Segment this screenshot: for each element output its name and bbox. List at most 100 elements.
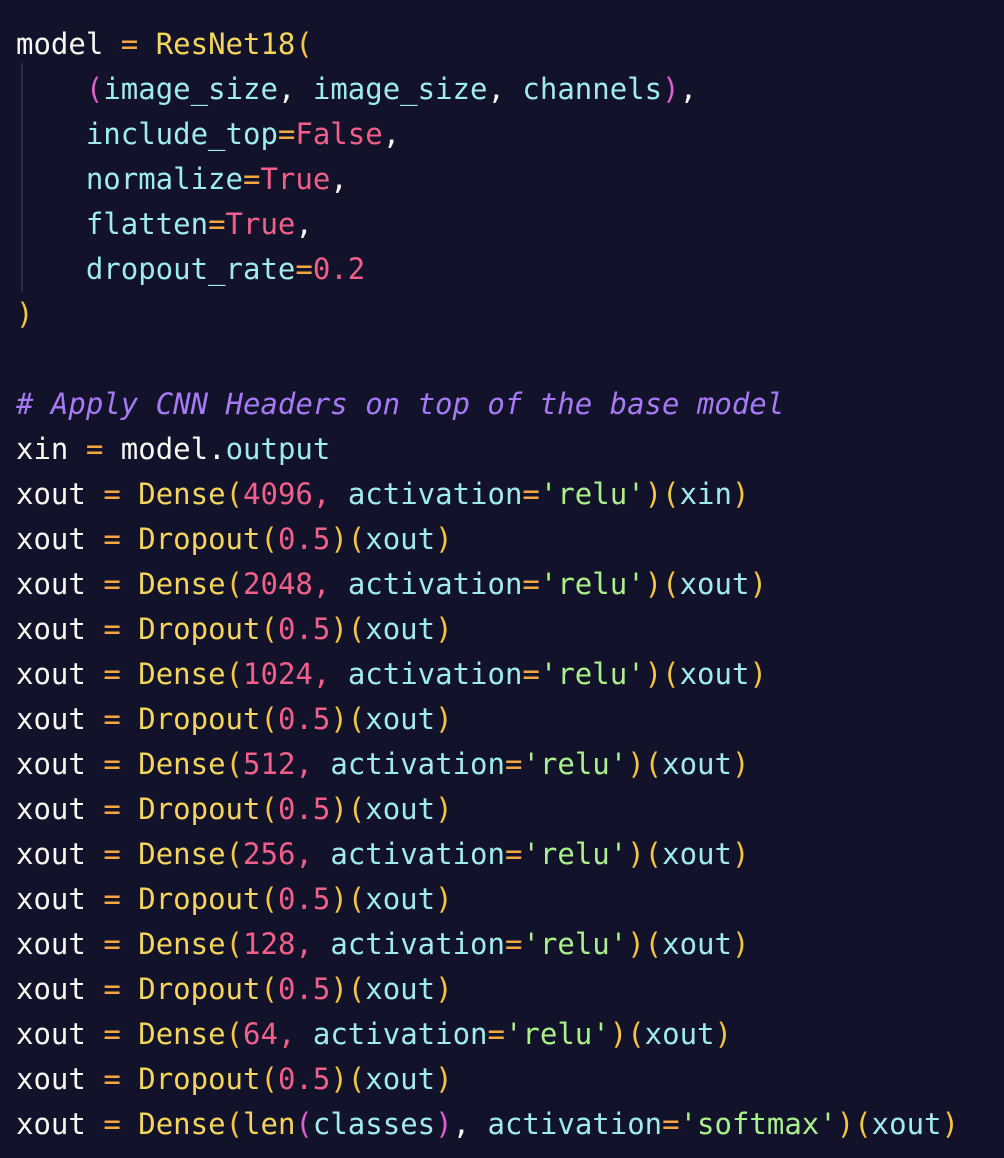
code-token: activation: [330, 747, 505, 781]
code-token: ResNet18: [155, 27, 296, 61]
code-line[interactable]: include_top=False,: [0, 112, 1004, 157]
code-line[interactable]: normalize=True,: [0, 157, 1004, 202]
code-token: =: [103, 837, 121, 871]
code-token: xin: [16, 432, 69, 466]
code-line[interactable]: xout = Dropout(0.5)(xout): [0, 967, 1004, 1012]
code-token: (: [260, 972, 278, 1006]
code-token: ,: [452, 1107, 471, 1141]
code-token: =: [242, 162, 261, 196]
code-token: 64: [243, 1017, 278, 1051]
code-token: ,: [312, 657, 331, 691]
code-token: 0.5: [277, 882, 331, 916]
code-token: =: [85, 432, 104, 466]
code-token: =: [522, 477, 540, 511]
code-token: (: [260, 522, 278, 556]
code-line[interactable]: xout = Dropout(0.5)(xout): [0, 1057, 1004, 1102]
code-line[interactable]: model = ResNet18(: [0, 22, 1004, 67]
code-line[interactable]: xout = Dense(256, activation='relu')(xou…: [0, 832, 1004, 877]
code-token: xout: [365, 792, 436, 826]
code-token: =: [295, 252, 313, 286]
code-token: xout: [16, 522, 86, 556]
code-line[interactable]: (image_size, image_size, channels),: [0, 67, 1004, 112]
code-token: dropout_rate: [85, 252, 296, 286]
code-token: =: [103, 1062, 121, 1096]
code-token: (: [260, 1062, 278, 1096]
code-line[interactable]: xout = Dense(64, activation='relu')(xout…: [0, 1012, 1004, 1057]
code-line[interactable]: xout = Dense(len(classes), activation='s…: [0, 1102, 1004, 1147]
code-token: =: [103, 927, 121, 961]
code-token: 256: [243, 837, 296, 871]
code-token: (: [260, 702, 278, 736]
code-token: (: [662, 477, 680, 511]
code-token: ): [644, 657, 663, 691]
code-line[interactable]: xout = Dropout(0.5)(xout): [0, 787, 1004, 832]
code-token: True: [260, 162, 331, 196]
code-line[interactable]: flatten=True,: [0, 202, 1004, 247]
code-token: =: [103, 702, 121, 736]
code-token: channels: [522, 72, 663, 106]
code-editor-pane[interactable]: model = ResNet18( (image_size, image_siz…: [0, 0, 1004, 1158]
code-token: 'relu': [539, 657, 645, 691]
code-token: ,: [487, 72, 505, 106]
code-line[interactable]: xout = Dense(1024, activation='relu')(xo…: [0, 652, 1004, 697]
code-token: xout: [662, 747, 732, 781]
code-token: =: [103, 972, 121, 1006]
code-line[interactable]: xout = Dropout(0.5)(xout): [0, 697, 1004, 742]
code-line[interactable]: xout = Dropout(0.5)(xout): [0, 877, 1004, 922]
code-token: xout: [365, 882, 436, 916]
code-token: 'softmax': [679, 1107, 837, 1141]
code-token: Dense: [138, 1017, 226, 1051]
code-token: 1024: [243, 657, 313, 691]
code-token: (: [662, 657, 680, 691]
code-token: classes: [312, 1107, 436, 1141]
code-token: output: [225, 432, 331, 466]
code-line[interactable]: ): [0, 292, 1004, 337]
code-token: (: [225, 477, 244, 511]
code-token: =: [277, 117, 296, 151]
code-line[interactable]: xout = Dropout(0.5)(xout): [0, 517, 1004, 562]
code-token: (: [644, 747, 663, 781]
code-line[interactable]: xout = Dense(4096, activation='relu')(xi…: [0, 472, 1004, 517]
code-token: (: [295, 27, 313, 61]
code-token: xout: [662, 837, 732, 871]
code-token: xout: [16, 837, 86, 871]
code-token: 'relu': [522, 837, 628, 871]
code-token: xout: [16, 882, 86, 916]
code-line[interactable]: xout = Dense(128, activation='relu')(xou…: [0, 922, 1004, 967]
code-line[interactable]: xout = Dropout(0.5)(xout): [0, 607, 1004, 652]
code-token: ): [627, 747, 645, 781]
code-token: xout: [16, 612, 86, 646]
code-token: ,: [382, 117, 401, 151]
code-token: activation: [330, 837, 505, 871]
code-token: 0.2: [312, 252, 366, 286]
code-line[interactable]: [0, 337, 1004, 382]
code-line[interactable]: # Apply CNN Headers on top of the base m…: [0, 382, 1004, 427]
code-token: activation: [347, 477, 523, 511]
code-token: (: [347, 522, 366, 556]
code-line[interactable]: xout = Dense(2048, activation='relu')(xo…: [0, 562, 1004, 607]
code-token: xout: [16, 477, 86, 511]
code-token: ): [435, 972, 453, 1006]
code-token: 'relu': [504, 1017, 610, 1051]
code-line[interactable]: dropout_rate=0.2: [0, 247, 1004, 292]
code-token: ): [731, 927, 750, 961]
code-token: Dense: [138, 1107, 226, 1141]
code-line[interactable]: xout = Dense(512, activation='relu')(xou…: [0, 742, 1004, 787]
code-token: ): [435, 702, 453, 736]
code-line[interactable]: xin = model.output: [0, 427, 1004, 472]
